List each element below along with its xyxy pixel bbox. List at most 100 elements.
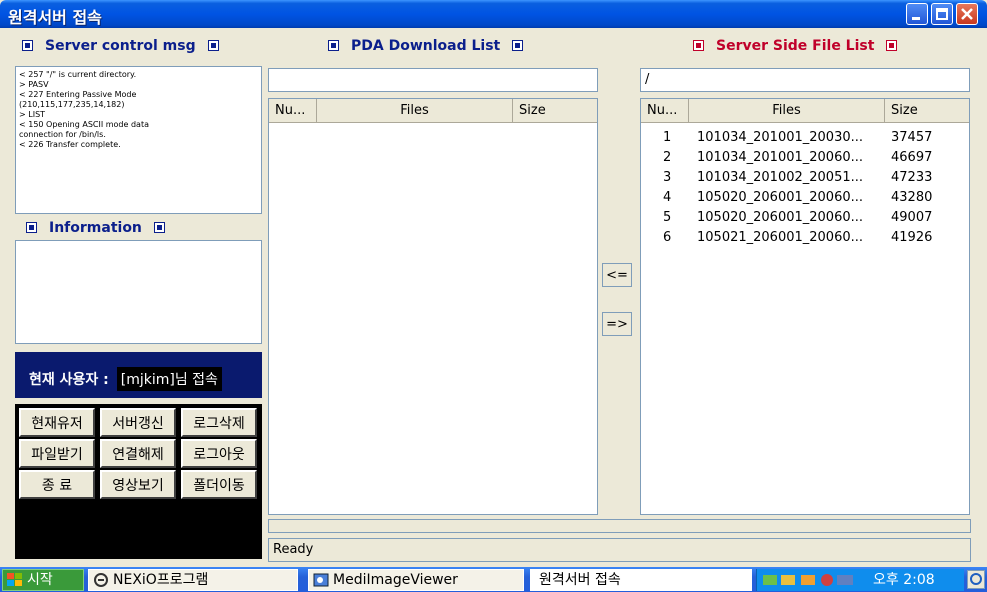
log-line: < 150 Opening ASCII mode data <box>19 120 149 129</box>
row-number: 3 <box>663 170 672 185</box>
bullet-icon <box>328 40 339 51</box>
row-size: 47233 <box>891 170 933 185</box>
pda-column-files[interactable]: Files <box>317 99 513 123</box>
table-row[interactable]: 5 105020_206001_20060... 49007 <box>641 209 969 228</box>
refresh-server-button[interactable]: 서버갱신 <box>100 408 176 437</box>
show-desktop-button[interactable] <box>967 570 985 589</box>
row-size: 43280 <box>891 190 933 205</box>
upload-arrow-button[interactable]: => <box>602 312 632 336</box>
server-list-header-row: Nu... Files Size <box>641 99 969 123</box>
taskbar-item-label: MediImageViewer <box>333 572 458 588</box>
title-bar[interactable]: 원격서버 접속 <box>0 0 987 28</box>
close-icon <box>961 8 973 20</box>
minimize-button[interactable] <box>906 3 928 25</box>
current-user-value: [mjkim]님 접속 <box>116 367 222 391</box>
row-file: 101034_201002_20051... <box>697 170 864 185</box>
table-row[interactable]: 3 101034_201002_20051... 47233 <box>641 169 969 188</box>
pda-column-size[interactable]: Size <box>513 99 597 123</box>
delete-log-button[interactable]: 로그삭제 <box>181 408 257 437</box>
exit-button[interactable]: 종 료 <box>19 470 95 499</box>
log-line: > PASV <box>19 80 49 89</box>
view-image-button[interactable]: 영상보기 <box>100 470 176 499</box>
current-user-bar: 현재 사용자 : [mjkim]님 접속 <box>15 352 262 398</box>
minimize-icon <box>912 17 920 20</box>
information-box[interactable] <box>15 240 262 344</box>
log-line: < 227 Entering Passive Mode <box>19 90 137 99</box>
table-row[interactable]: 6 105021_206001_20060... 41926 <box>641 229 969 248</box>
taskbar-item-label: 원격서버 접속 <box>539 572 621 588</box>
current-user-button[interactable]: 현재유저 <box>19 408 95 437</box>
tray-icons[interactable] <box>761 572 871 588</box>
taskbar-item-remote-server[interactable]: 원격서버 접속 <box>530 569 752 591</box>
log-line: connection for /bin/ls. <box>19 130 106 139</box>
start-label: 시작 <box>27 572 53 588</box>
bullet-icon <box>693 40 704 51</box>
system-tray: 오후 2:08 <box>756 569 964 591</box>
disconnect-button[interactable]: 연결해제 <box>100 439 176 468</box>
receive-file-button[interactable]: 파일받기 <box>19 439 95 468</box>
download-arrow-button[interactable]: <= <box>602 263 632 287</box>
row-size: 41926 <box>891 230 933 245</box>
row-file: 105020_206001_20060... <box>697 210 864 225</box>
server-msg-header: Server control msg <box>22 38 219 58</box>
row-size: 49007 <box>891 210 933 225</box>
bullet-icon <box>153 222 165 233</box>
start-button[interactable]: 시작 <box>2 569 84 591</box>
maximize-icon <box>936 8 948 20</box>
pda-list-header-row: Nu... Files Size <box>269 99 597 123</box>
move-folder-button[interactable]: 폴더이동 <box>181 470 257 499</box>
window-title: 원격서버 접속 <box>8 8 102 27</box>
row-file: 101034_201001_20030... <box>697 130 864 145</box>
taskbar: 시작 NEXiO프로그램 MediImageViewer 원격서버 접속 오후 … <box>0 567 987 592</box>
row-file: 101034_201001_20060... <box>697 150 864 165</box>
refresh-icon <box>970 573 982 585</box>
pda-column-number[interactable]: Nu... <box>269 99 317 123</box>
taskbar-item-nexio[interactable]: NEXiO프로그램 <box>88 569 298 591</box>
bullet-icon <box>22 40 33 51</box>
server-column-number[interactable]: Nu... <box>641 99 689 123</box>
current-user-label: 현재 사용자 : <box>29 372 109 388</box>
row-number: 2 <box>663 150 672 165</box>
close-button[interactable] <box>956 3 978 25</box>
log-line: (210,115,177,235,14,182) <box>19 100 125 109</box>
server-path-field[interactable]: / <box>640 68 970 92</box>
server-file-list[interactable]: Nu... Files Size 1 101034_201001_20030..… <box>640 98 970 515</box>
server-message-log[interactable]: < 257 "/" is current directory. > PASV <… <box>15 66 262 214</box>
log-line: < 257 "/" is current directory. <box>19 70 137 79</box>
bullet-icon <box>512 40 524 51</box>
information-header: Information <box>26 220 165 240</box>
app-icon <box>94 573 108 587</box>
status-bar: Ready <box>268 538 971 562</box>
pda-file-list[interactable]: Nu... Files Size <box>268 98 598 515</box>
log-line: > LIST <box>19 110 46 119</box>
pda-list-header: PDA Download List <box>328 38 524 58</box>
server-files-header: Server Side File List <box>693 38 898 58</box>
row-size: 37457 <box>891 130 933 145</box>
table-row[interactable]: 1 101034_201001_20030... 37457 <box>641 129 969 148</box>
bullet-icon <box>26 222 37 233</box>
row-number: 4 <box>663 190 672 205</box>
row-number: 6 <box>663 230 672 245</box>
bullet-icon <box>886 40 898 51</box>
server-column-files[interactable]: Files <box>689 99 885 123</box>
row-file: 105020_206001_20060... <box>697 190 864 205</box>
bullet-icon <box>207 40 219 51</box>
image-viewer-icon <box>313 573 329 587</box>
black-area <box>15 501 262 559</box>
taskbar-item-label: NEXiO프로그램 <box>113 572 209 588</box>
row-size: 46697 <box>891 150 933 165</box>
windows-logo-icon <box>7 573 22 586</box>
progress-bar <box>268 519 971 533</box>
row-file: 105021_206001_20060... <box>697 230 864 245</box>
row-number: 5 <box>663 210 672 225</box>
maximize-button[interactable] <box>931 3 953 25</box>
table-row[interactable]: 4 105020_206001_20060... 43280 <box>641 189 969 208</box>
logout-button[interactable]: 로그아웃 <box>181 439 257 468</box>
taskbar-item-mediimageviewer[interactable]: MediImageViewer <box>308 569 524 591</box>
command-button-grid: 현재유저 서버갱신 로그삭제 파일받기 연결해제 로그아웃 종 료 영상보기 폴… <box>15 404 262 501</box>
server-column-size[interactable]: Size <box>885 99 969 123</box>
pda-path-field[interactable] <box>268 68 598 92</box>
table-row[interactable]: 2 101034_201001_20060... 46697 <box>641 149 969 168</box>
clock[interactable]: 오후 2:08 <box>873 570 935 590</box>
row-number: 1 <box>663 130 672 145</box>
